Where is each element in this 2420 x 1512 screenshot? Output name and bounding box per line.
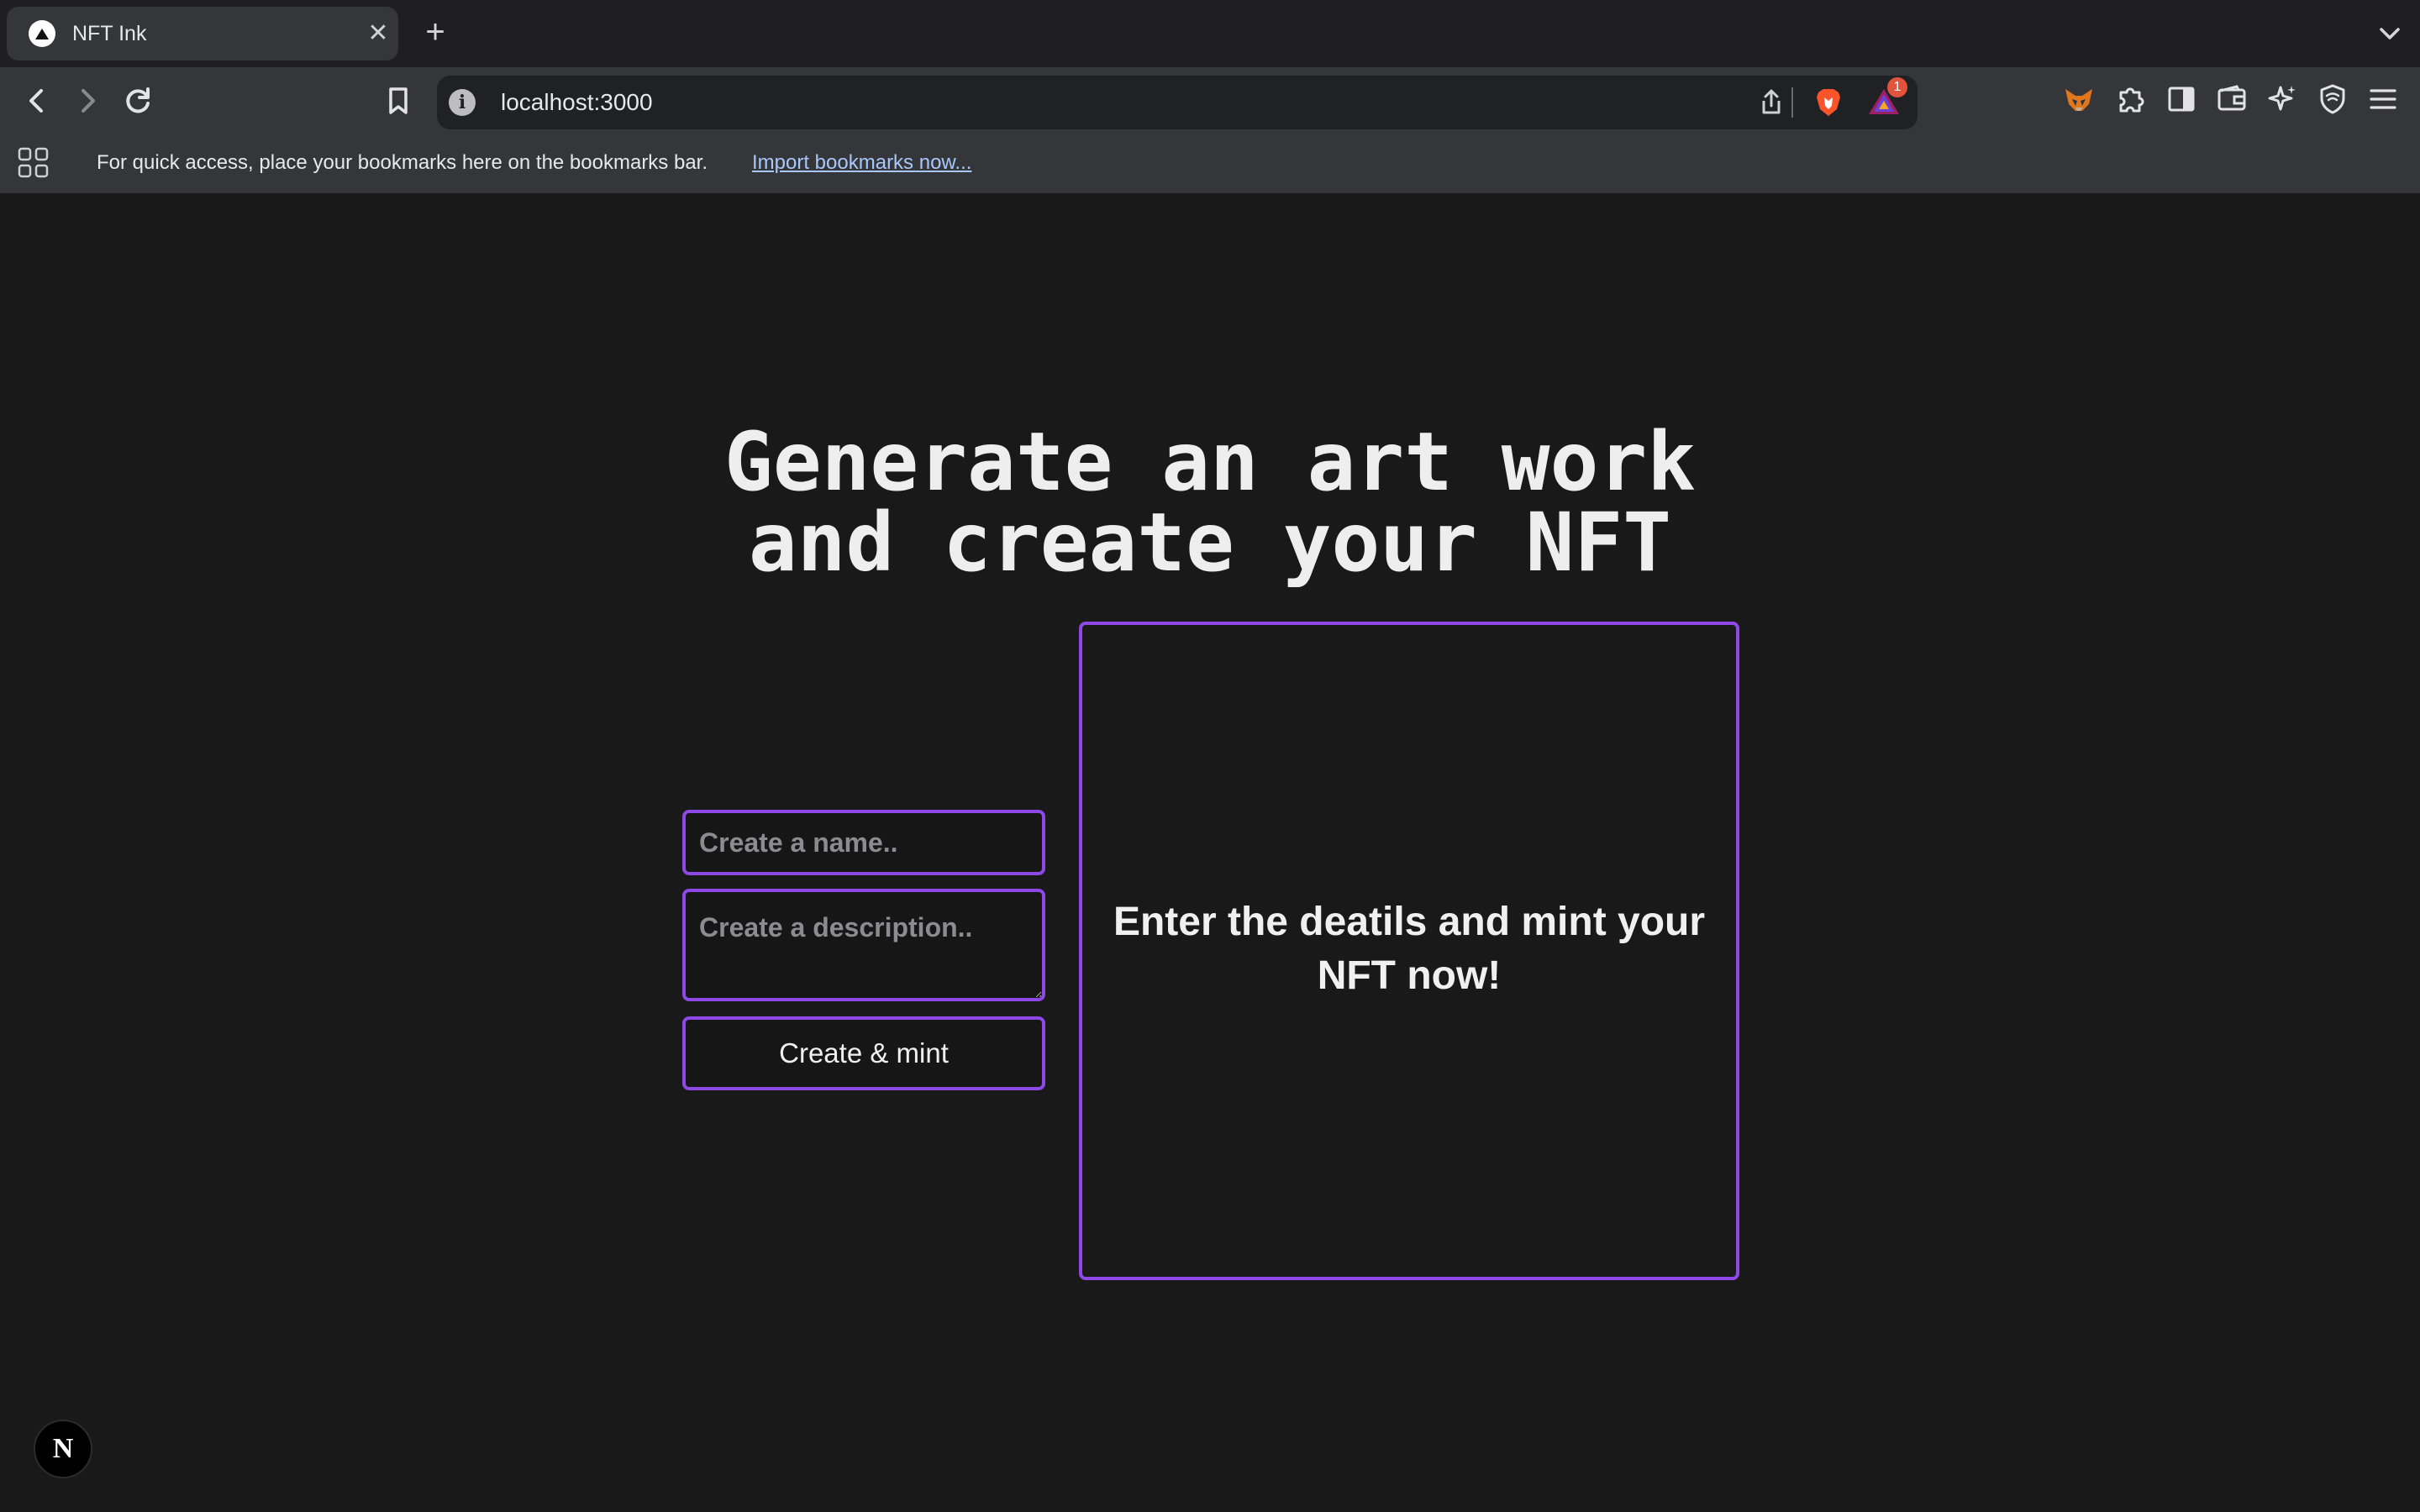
leo-ai-icon[interactable] (2264, 81, 2301, 118)
forward-icon[interactable] (64, 77, 111, 124)
reload-icon[interactable] (114, 77, 161, 124)
apps-icon[interactable] (17, 146, 50, 180)
bookmark-icon[interactable] (375, 77, 422, 124)
info-icon[interactable]: i (449, 89, 476, 116)
metamask-icon[interactable] (2060, 81, 2097, 118)
brave-rewards-icon[interactable]: 1 (1865, 77, 1907, 119)
headline-line-2: and create your NFT (748, 496, 1672, 590)
page-headline: Generate an art work and create your NFT (0, 422, 2420, 583)
extensions-icon[interactable] (2112, 81, 2149, 118)
rewards-badge: 1 (1887, 77, 1907, 97)
vpn-icon[interactable] (2314, 81, 2351, 118)
address-bar[interactable]: i localhost:3000 1 (437, 76, 1918, 129)
create-mint-button[interactable]: Create & mint (682, 1016, 1045, 1090)
share-icon[interactable] (1756, 87, 1786, 118)
name-input[interactable] (682, 810, 1045, 875)
import-bookmarks-link[interactable]: Import bookmarks now... (752, 133, 971, 193)
address-bar-divider (1791, 87, 1793, 118)
bookmarks-bar: For quick access, place your bookmarks h… (0, 133, 2420, 193)
browser-tab[interactable]: NFT Ink ✕ (7, 7, 398, 60)
close-tab-icon[interactable]: ✕ (363, 18, 393, 49)
wallet-icon[interactable] (2213, 81, 2250, 118)
page-content: Generate an art work and create your NFT… (0, 193, 2420, 1512)
description-input[interactable] (682, 889, 1045, 1001)
nextjs-dev-indicator[interactable]: N (34, 1420, 92, 1478)
tab-title: NFT Ink (72, 22, 147, 45)
sidebar-icon[interactable] (2163, 81, 2200, 118)
back-icon[interactable] (13, 77, 60, 124)
menu-icon[interactable] (2365, 81, 2402, 118)
headline-line-1: Generate an art work (724, 415, 1696, 509)
bookmarks-bar-message: For quick access, place your bookmarks h… (97, 151, 708, 174)
tab-strip: NFT Ink ✕ + (0, 0, 2420, 67)
tab-favicon-icon (29, 20, 55, 47)
tab-search-chevron-icon[interactable] (2371, 15, 2408, 52)
brave-shields-icon[interactable] (1812, 86, 1845, 119)
url-text: localhost:3000 (501, 89, 653, 115)
nft-preview-box: Enter the deatils and mint your NFT now! (1079, 622, 1739, 1280)
new-tab-button[interactable]: + (417, 13, 454, 50)
preview-message: Enter the deatils and mint your NFT now! (1113, 900, 1706, 998)
